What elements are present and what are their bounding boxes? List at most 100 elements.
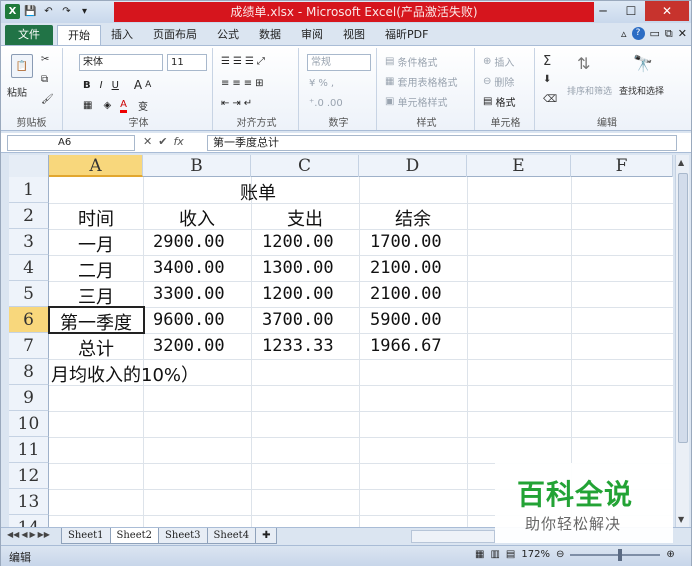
data-cell[interactable]: 3400.00	[153, 258, 225, 278]
percent-button[interactable]: %	[318, 78, 328, 89]
row-header-7[interactable]: 7	[9, 333, 49, 359]
tab-file[interactable]: 文件	[5, 25, 53, 45]
vertical-scroll-thumb[interactable]	[678, 173, 688, 443]
column-header-c[interactable]: C	[251, 155, 359, 177]
align-right-icon[interactable]: ≡	[244, 78, 252, 89]
row-header-4[interactable]: 4	[9, 255, 49, 281]
tab-formulas[interactable]: 公式	[207, 25, 249, 45]
paste-label[interactable]: 粘贴	[7, 84, 27, 99]
format-painter-icon[interactable]: 🖌	[41, 94, 54, 105]
find-select-label[interactable]: 查找和选择	[619, 84, 664, 97]
header-cell-income[interactable]: 收入	[143, 205, 251, 231]
tab-view[interactable]: 视图	[333, 25, 375, 45]
increase-indent-icon[interactable]: ⇥	[232, 98, 240, 109]
column-header-e[interactable]: E	[467, 155, 571, 177]
row-header-14[interactable]: 14	[9, 515, 49, 527]
zoom-out-icon[interactable]: ⊖	[556, 549, 564, 560]
column-header-d[interactable]: D	[359, 155, 467, 177]
align-top-icon[interactable]: ☰	[221, 56, 230, 67]
first-sheet-icon[interactable]: ◀◀	[7, 530, 19, 539]
header-cell-balance[interactable]: 结余	[359, 205, 467, 231]
select-all-corner[interactable]	[9, 155, 49, 177]
data-cell[interactable]: 5900.00	[370, 310, 442, 330]
find-select-icon[interactable]: 🔭	[633, 54, 653, 73]
doc-minimize-icon[interactable]: ▭	[650, 27, 660, 41]
fill-color-icon[interactable]: ◈	[103, 100, 111, 111]
vertical-scrollbar[interactable]: ▲ ▼	[675, 155, 689, 527]
underline-button[interactable]: U	[112, 80, 119, 91]
data-cell[interactable]: 2100.00	[370, 284, 442, 304]
sort-filter-icon[interactable]: ⇅	[577, 54, 590, 73]
note-cell[interactable]: 月均收入的10%）	[51, 361, 199, 387]
data-cell[interactable]: 1966.67	[370, 336, 442, 356]
data-cell[interactable]: 2900.00	[153, 232, 225, 252]
orientation-icon[interactable]: ⤢	[257, 56, 265, 67]
header-cell-expense[interactable]: 支出	[251, 205, 359, 231]
doc-restore-icon[interactable]: ⧉	[665, 27, 673, 41]
autosum-button[interactable]: Σ	[543, 54, 551, 69]
font-color-button[interactable]: A	[120, 99, 127, 113]
comma-button[interactable]: ,	[331, 78, 334, 89]
row-header-2[interactable]: 2	[9, 203, 49, 229]
format-as-table-item[interactable]: ▦ 套用表格格式	[385, 74, 457, 89]
horizontal-scrollbar[interactable]	[411, 530, 495, 543]
align-middle-icon[interactable]: ☰	[233, 56, 242, 67]
column-header-b[interactable]: B	[143, 155, 251, 177]
phonetic-button[interactable]: 变	[138, 98, 148, 113]
bold-button[interactable]: B	[83, 80, 91, 91]
help-icon[interactable]: ?	[631, 27, 645, 40]
sheet-title-cell[interactable]: 账单	[49, 179, 467, 205]
row-header-12[interactable]: 12	[9, 463, 49, 489]
maximize-button[interactable]: ☐	[617, 1, 645, 21]
doc-close-icon[interactable]: ✕	[678, 27, 687, 41]
sheet-tab-sheet1[interactable]: Sheet1	[61, 528, 111, 544]
row-header-5[interactable]: 5	[9, 281, 49, 307]
clear-icon[interactable]: ⌫	[543, 94, 557, 105]
scroll-up-icon[interactable]: ▲	[678, 158, 684, 167]
font-size-dropdown[interactable]: 11	[167, 54, 207, 71]
cancel-entry-icon[interactable]: ✕	[143, 135, 152, 148]
collapse-ribbon-icon[interactable]: ▵	[621, 27, 627, 41]
row-header-10[interactable]: 10	[9, 411, 49, 437]
data-cell[interactable]: 1200.00	[262, 232, 334, 252]
tab-foxit-pdf[interactable]: 福昕PDF	[375, 25, 438, 45]
data-cell[interactable]: 3300.00	[153, 284, 225, 304]
decrease-decimal-icon[interactable]: .00	[327, 98, 343, 109]
row-header-1[interactable]: 1	[9, 177, 49, 203]
prev-sheet-icon[interactable]: ◀	[21, 530, 27, 539]
name-box[interactable]: A6	[7, 135, 135, 151]
header-cell-time[interactable]: 时间	[49, 205, 143, 231]
format-cells-item[interactable]: ▤ 格式	[483, 94, 515, 109]
zoom-in-icon[interactable]: ⊕	[666, 549, 674, 560]
insert-function-icon[interactable]: fx	[173, 135, 183, 148]
sheet-tab-sheet2[interactable]: Sheet2	[109, 528, 160, 544]
decrease-indent-icon[interactable]: ⇤	[221, 98, 229, 109]
redo-icon[interactable]: ↷	[59, 4, 74, 19]
grow-font-button[interactable]: A	[134, 78, 142, 92]
formula-input[interactable]: 第一季度总计	[207, 135, 677, 151]
undo-icon[interactable]: ↶	[41, 4, 56, 19]
data-cell[interactable]: 一月	[49, 231, 143, 257]
next-sheet-icon[interactable]: ▶	[29, 530, 35, 539]
number-format-dropdown[interactable]: 常规	[307, 54, 371, 71]
tab-home[interactable]: 开始	[57, 25, 101, 45]
excel-logo-icon[interactable]: X	[5, 4, 20, 19]
tab-insert[interactable]: 插入	[101, 25, 143, 45]
enter-entry-icon[interactable]: ✔	[158, 135, 167, 148]
align-left-icon[interactable]: ≡	[221, 78, 229, 89]
column-header-a[interactable]: A	[49, 155, 143, 177]
align-center-icon[interactable]: ≡	[232, 78, 240, 89]
column-header-f[interactable]: F	[571, 155, 673, 177]
sheet-tab-sheet4[interactable]: Sheet4	[206, 528, 257, 544]
copy-icon[interactable]: ⧉	[41, 74, 48, 85]
row-header-9[interactable]: 9	[9, 385, 49, 411]
border-icon[interactable]: ▦	[83, 100, 92, 111]
last-sheet-icon[interactable]: ▶▶	[38, 530, 50, 539]
conditional-format-item[interactable]: ▤ 条件格式	[385, 54, 437, 69]
currency-icon[interactable]: ¥	[309, 78, 315, 89]
wrap-text-icon[interactable]: ↵	[244, 98, 252, 109]
close-button[interactable]: ✕	[645, 1, 689, 21]
zoom-level[interactable]: 172%	[521, 549, 550, 560]
shrink-font-button[interactable]: A	[145, 80, 151, 90]
data-cell[interactable]: 1233.33	[262, 336, 334, 356]
